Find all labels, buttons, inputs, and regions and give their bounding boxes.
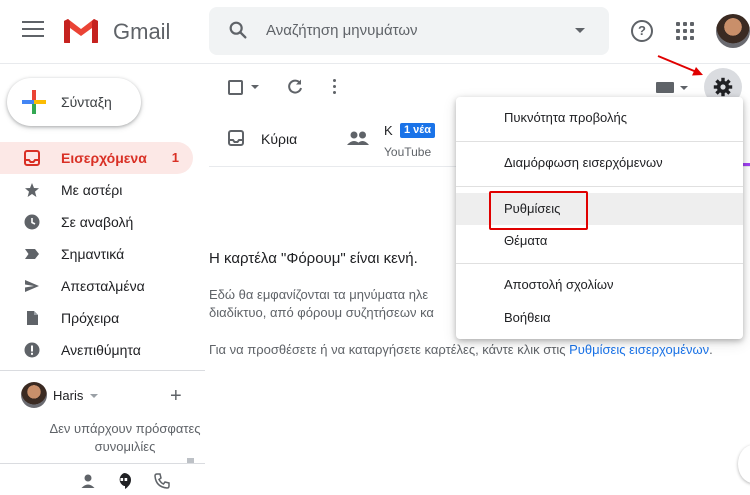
annotation-arrow-icon <box>657 55 703 76</box>
gmail-window: Gmail Αναζήτηση μηνυμάτων ? Σύνταξη Εισε… <box>0 0 750 495</box>
